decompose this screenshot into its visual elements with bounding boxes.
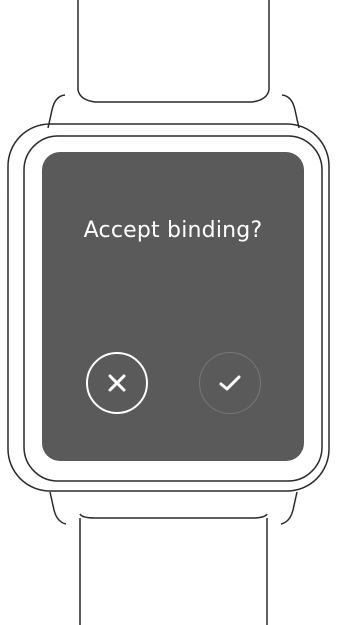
reject-button[interactable] [86, 352, 148, 414]
top-strap [77, 0, 270, 90]
watch-screen: Accept binding? [42, 152, 304, 461]
bottom-strap [79, 518, 268, 625]
checkmark-icon [219, 375, 241, 391]
close-icon [108, 374, 126, 392]
binding-prompt: Accept binding? [83, 218, 263, 243]
accept-button[interactable] [199, 352, 261, 414]
